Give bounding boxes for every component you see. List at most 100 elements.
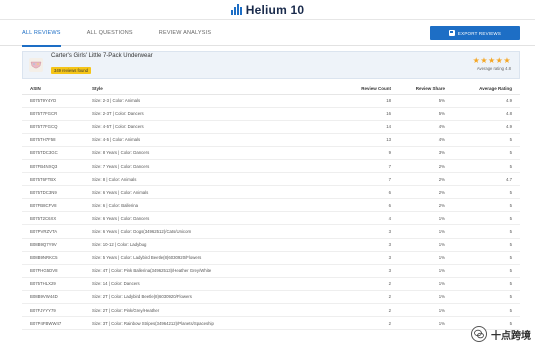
cell-style: Size: 2T | Color: Pink/Grey/Heather [92, 303, 306, 318]
cell-review-share: 4% [391, 120, 445, 134]
cell-style: Size: 4-5 | Color: Animals [92, 133, 306, 147]
cell-style: Size: 4-5T | Color: Dancers [92, 120, 306, 134]
watermark-text: 十点跨境 [491, 330, 531, 342]
cell-average-rating: 5 [445, 264, 520, 278]
cell-review-count: 3 [306, 264, 391, 278]
export-reviews-button[interactable]: EXPORT REVIEWS [430, 26, 520, 40]
cell-asin: B08B9Q7Y9V [22, 238, 92, 252]
logo-bars-icon [230, 4, 242, 15]
cell-asin: B07PVRZVTA [22, 224, 92, 239]
cell-review-count: 4 [306, 211, 391, 226]
table-row: B075T7FGCQ Size: 4-5T | Color: Dancers 14 4… [22, 120, 520, 134]
cell-style: Size: 6 | Color: Ballerina [92, 198, 306, 213]
table-row: B07FJYYY79 Size: 2T | Color: Pink/Grey/He… [22, 303, 520, 318]
cell-style: Size: 5 Years | Color: Ladybird Beetle(8… [92, 251, 306, 265]
cell-style: Size: 6 Years | Color: Animals [92, 185, 306, 200]
cell-review-count: 7 [306, 172, 391, 187]
average-rating: ★★★★★ Average rating 4.8 [473, 56, 511, 71]
column-header-review-count[interactable]: Review Count [306, 83, 391, 95]
underwear-image-icon [30, 61, 42, 69]
cell-average-rating: 4.9 [445, 120, 520, 134]
column-header-style[interactable]: Style [92, 83, 306, 95]
table-row: B075THLX29 Size: 14 | Color: Dancers 2 1% 5 [22, 277, 520, 291]
top-bar: Helium 10 [0, 0, 535, 20]
cell-average-rating: 5 [445, 224, 520, 239]
cell-review-count: 3 [306, 251, 391, 265]
cell-average-rating: 5 [445, 185, 520, 200]
cell-average-rating: 5 [445, 277, 520, 291]
cell-review-share: 1% [391, 224, 445, 239]
cell-review-count: 7 [306, 159, 391, 174]
cell-review-count: 18 [306, 94, 391, 108]
watermark: 十点跨境 [471, 326, 531, 342]
table-row: B07FHG5DV8 Size: 4T | Color: Pink Balleri… [22, 264, 520, 278]
table-row: B08B9NRKC5 Size: 5 Years | Color: Ladybir… [22, 251, 520, 265]
cell-review-count: 16 [306, 107, 391, 121]
logo-text: Helium 10 [245, 2, 305, 17]
cell-style: Size: 3T | Color: Rainbow Stripes(349642… [92, 316, 306, 331]
column-header-review-share[interactable]: Review Share [391, 83, 445, 95]
cell-review-share: 2% [391, 198, 445, 213]
tabs-bar: ALL REVIEWS ALL QUESTIONS REVIEW ANALYSI… [0, 20, 535, 47]
column-header-average-rating[interactable]: Average Rating [445, 83, 520, 95]
cell-style: Size: 2-3 | Color: Animals [92, 94, 306, 108]
cell-average-rating: 5 [445, 238, 520, 252]
cell-review-count: 3 [306, 224, 391, 239]
average-rating-label: Average rating 4.8 [476, 66, 511, 71]
helium10-logo[interactable]: Helium 10 [230, 2, 305, 17]
rating-stars-icon: ★★★★★ [472, 56, 511, 65]
table-row: B07FB8CFV8 Size: 6 | Color: Ballerina 6 2% 5 [22, 198, 520, 213]
table-row: B075TDC3N9 Size: 6 Years | Color: Animals… [22, 185, 520, 200]
cell-style: Size: 6 Years | Color: Dancers [92, 211, 306, 226]
cell-review-share: 1% [391, 264, 445, 278]
cell-review-share: 1% [391, 303, 445, 318]
cell-review-count: 6 [306, 185, 391, 200]
tab-all-questions[interactable]: ALL QUESTIONS [87, 20, 133, 46]
tab-all-reviews[interactable]: ALL REVIEWS [22, 20, 61, 47]
cell-asin: B07FHG5DV8 [22, 264, 92, 278]
cell-average-rating: 5 [445, 251, 520, 265]
cell-asin: B07FB4NXQ3 [22, 159, 92, 174]
table-row: B08B9Q7Y9V Size: 10-12 | Color: Ladybug 3 1… [22, 238, 520, 252]
cell-asin: B075T2C6XX [22, 211, 92, 226]
tab-review-analysis[interactable]: REVIEW ANALYSIS [159, 20, 211, 46]
cell-review-share: 4% [391, 133, 445, 147]
cell-average-rating: 5 [445, 133, 520, 147]
cell-review-share: 2% [391, 159, 445, 174]
cell-review-share: 2% [391, 172, 445, 187]
cell-asin: B07FB8CFV8 [22, 198, 92, 213]
product-title: Carter's Girls' Little 7-Pack Underwear [51, 53, 153, 59]
table-row: B075T6FTBX Size: 8 | Color: Animals 7 2% 4.7 [22, 172, 520, 187]
cell-review-count: 13 [306, 133, 391, 147]
table-row: B075TH7F58 Size: 4-5 | Color: Animals 13 4%… [22, 133, 520, 147]
cell-review-share: 1% [391, 316, 445, 331]
cell-asin: B075T9Y4YD [22, 94, 92, 108]
cell-average-rating: 4.7 [445, 172, 520, 187]
cell-asin: B07P4FBWW47 [22, 316, 92, 331]
cell-review-share: 1% [391, 277, 445, 291]
cell-review-count: 2 [306, 277, 391, 291]
column-header-asin[interactable]: ASIN [22, 83, 92, 95]
reviews-table: ASIN Style Review Count Review Share Ave… [22, 83, 520, 331]
export-reviews-label: EXPORT REVIEWS [457, 30, 502, 36]
cell-review-count: 3 [306, 238, 391, 252]
cell-review-count: 2 [306, 316, 391, 331]
cell-average-rating: 4.9 [445, 94, 520, 108]
cell-average-rating: 4.8 [445, 107, 520, 121]
product-summary: Carter's Girls' Little 7-Pack Underwear … [22, 51, 520, 79]
cell-style: Size: 8 Years | Color: Dancers [92, 146, 306, 160]
cell-asin: B08B9NRKC5 [22, 251, 92, 265]
wechat-logo-icon [471, 326, 487, 342]
cell-average-rating: 5 [445, 303, 520, 318]
table-row: B075T2C6XX Size: 6 Years | Color: Dancers… [22, 211, 520, 226]
table-row: B07P4FBWW47 Size: 3T | Color: Rainbow Str… [22, 316, 520, 331]
cell-asin: B08B9VW44D [22, 290, 92, 305]
cell-average-rating: 5 [445, 290, 520, 305]
cell-style: Size: 2-3T | Color: Dancers [92, 107, 306, 121]
cell-review-count: 14 [306, 120, 391, 134]
cell-style: Size: 6 Years | Color: Dogs(34962512)/Ca… [92, 224, 306, 239]
cell-asin: B075THLX29 [22, 277, 92, 291]
cell-asin: B075TDC3GC [22, 146, 92, 160]
cell-review-count: 2 [306, 303, 391, 318]
cell-style: Size: 4T | Color: Pink Ballerina(3496251… [92, 264, 306, 278]
